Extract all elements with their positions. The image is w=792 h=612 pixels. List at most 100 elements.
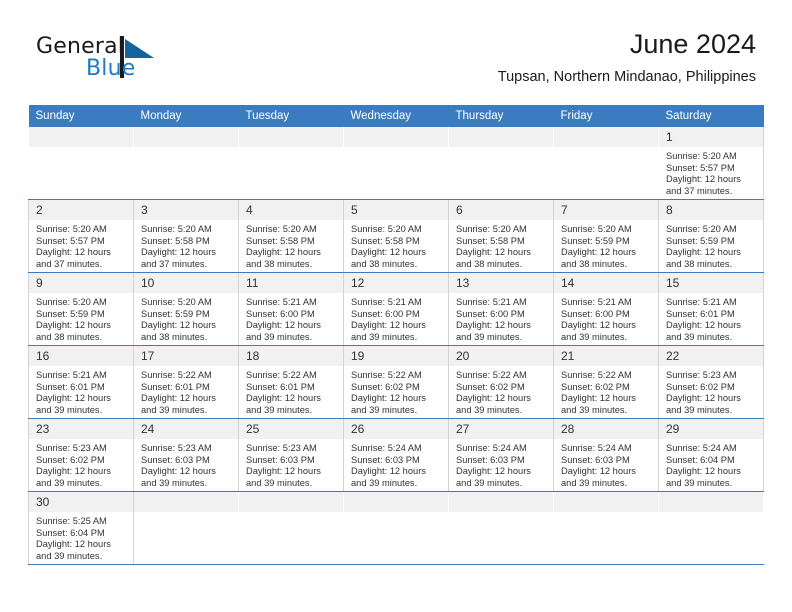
brand-logo[interactable]: General Blue [36,34,216,92]
calendar-day-cell[interactable]: 5 Sunrise: 5:20 AM Sunset: 5:58 PM Daylight… [343,199,449,273]
sunset-text: Sunset: 5:57 PM [36,235,105,246]
calendar-week-row: 9 Sunrise: 5:20 AM Sunset: 5:59 PM Daylight… [28,272,764,346]
sunset-text: Sunset: 6:03 PM [141,454,210,465]
calendar-day-cell[interactable]: 24 Sunrise: 5:23 AM Sunset: 6:03 PM Dayligh… [133,418,239,492]
calendar-day-cell[interactable]: 29 Sunrise: 5:24 AM Sunset: 6:04 PM Dayligh… [658,418,764,492]
daylight-text-line2: and 39 minutes. [561,404,628,415]
daylight-text-line1: Daylight: 12 hours [561,247,636,258]
day-details: Sunrise: 5:24 AM Sunset: 6:03 PM Daylight:… [449,439,553,489]
calendar-day-cell[interactable]: 23 Sunrise: 5:23 AM Sunset: 6:02 PM Dayligh… [28,418,134,492]
day-details: Sunrise: 5:22 AM Sunset: 6:02 PM Daylight:… [449,366,553,416]
day-details: Sunrise: 5:22 AM Sunset: 6:01 PM Daylight:… [134,366,238,416]
calendar-cell-empty [343,127,449,200]
calendar-cell-empty [238,127,344,200]
calendar-day-cell[interactable]: 12 Sunrise: 5:21 AM Sunset: 6:00 PM Dayligh… [343,272,449,346]
calendar-day-cell[interactable]: 8 Sunrise: 5:20 AM Sunset: 5:59 PM Daylight… [658,199,764,273]
calendar-day-cell[interactable]: 1 Sunrise: 5:20 AM Sunset: 5:57 PM Daylight… [658,127,764,200]
day-details: Sunrise: 5:24 AM Sunset: 6:03 PM Daylight:… [344,439,448,489]
sunset-text: Sunset: 6:02 PM [666,381,735,392]
daylight-text-line2: and 39 minutes. [456,477,523,488]
daylight-text-line2: and 38 minutes. [666,258,733,269]
daylight-text-line1: Daylight: 12 hours [351,466,426,477]
calendar-cell-empty [133,491,239,565]
sunrise-text: Sunrise: 5:22 AM [351,370,422,380]
calendar-day-cell[interactable]: 15 Sunrise: 5:21 AM Sunset: 6:01 PM Dayligh… [658,272,764,346]
sunset-text: Sunset: 6:02 PM [36,454,105,465]
brand-name-blue: Blue [86,56,136,81]
weekday-header-saturday: Saturday [658,105,764,127]
daylight-text-line2: and 39 minutes. [561,331,628,342]
sunset-text: Sunset: 6:02 PM [561,381,630,392]
day-details: Sunrise: 5:22 AM Sunset: 6:02 PM Daylight:… [344,366,448,416]
calendar-day-cell[interactable]: 9 Sunrise: 5:20 AM Sunset: 5:59 PM Daylight… [28,272,134,346]
sunset-text: Sunset: 5:58 PM [141,235,210,246]
calendar-day-cell[interactable]: 6 Sunrise: 5:20 AM Sunset: 5:58 PM Daylight… [448,199,554,273]
calendar-day-cell[interactable]: 10 Sunrise: 5:20 AM Sunset: 5:59 PM Dayligh… [133,272,239,346]
calendar-day-cell[interactable]: 25 Sunrise: 5:23 AM Sunset: 6:03 PM Dayligh… [238,418,344,492]
day-number [449,492,553,512]
daylight-text-line2: and 39 minutes. [141,404,208,415]
calendar-header-row: Sunday Monday Tuesday Wednesday Thursday… [28,105,764,127]
day-details: Sunrise: 5:24 AM Sunset: 6:04 PM Daylight:… [659,439,763,489]
day-details: Sunrise: 5:23 AM Sunset: 6:03 PM Daylight:… [239,439,343,489]
daylight-text-line1: Daylight: 12 hours [456,466,531,477]
calendar-day-cell[interactable]: 21 Sunrise: 5:22 AM Sunset: 6:02 PM Dayligh… [553,345,659,419]
calendar-page: General Blue June 2024 Tupsan, Northern … [0,0,792,612]
sunset-text: Sunset: 6:03 PM [246,454,315,465]
day-number [449,127,553,147]
daylight-text-line2: and 39 minutes. [36,477,103,488]
calendar-day-cell[interactable]: 17 Sunrise: 5:22 AM Sunset: 6:01 PM Dayligh… [133,345,239,419]
daylight-text-line2: and 39 minutes. [456,331,523,342]
calendar-cell-empty [28,127,134,200]
daylight-text-line2: and 38 minutes. [351,258,418,269]
sunrise-text: Sunrise: 5:20 AM [351,224,422,234]
calendar-day-cell[interactable]: 27 Sunrise: 5:24 AM Sunset: 6:03 PM Dayligh… [448,418,554,492]
calendar-day-cell[interactable]: 18 Sunrise: 5:22 AM Sunset: 6:01 PM Dayligh… [238,345,344,419]
calendar-body: 1 Sunrise: 5:20 AM Sunset: 5:57 PM Daylight… [28,127,764,565]
sunset-text: Sunset: 6:01 PM [141,381,210,392]
calendar-day-cell[interactable]: 30 Sunrise: 5:25 AM Sunset: 6:04 PM Dayligh… [28,491,134,565]
sunrise-text: Sunrise: 5:22 AM [561,370,632,380]
daylight-text-line2: and 39 minutes. [36,404,103,415]
sunrise-text: Sunrise: 5:21 AM [351,297,422,307]
day-number: 4 [239,200,343,220]
sunrise-text: Sunrise: 5:20 AM [141,224,212,234]
daylight-text-line2: and 39 minutes. [36,550,103,561]
sunrise-text: Sunrise: 5:21 AM [456,297,527,307]
day-number [554,127,658,147]
calendar-day-cell[interactable]: 14 Sunrise: 5:21 AM Sunset: 6:00 PM Dayligh… [553,272,659,346]
day-details: Sunrise: 5:20 AM Sunset: 5:59 PM Daylight:… [659,220,763,270]
day-details: Sunrise: 5:23 AM Sunset: 6:02 PM Daylight:… [29,439,133,489]
daylight-text-line2: and 39 minutes. [351,331,418,342]
day-number [134,127,238,147]
calendar-day-cell[interactable]: 13 Sunrise: 5:21 AM Sunset: 6:00 PM Dayligh… [448,272,554,346]
page-header: General Blue June 2024 Tupsan, Northern … [36,28,756,100]
day-number: 26 [344,419,448,439]
day-details: Sunrise: 5:25 AM Sunset: 6:04 PM Daylight:… [29,512,133,562]
sunset-text: Sunset: 5:58 PM [351,235,420,246]
day-number [239,492,343,512]
calendar-day-cell[interactable]: 11 Sunrise: 5:21 AM Sunset: 6:00 PM Dayligh… [238,272,344,346]
calendar-day-cell[interactable]: 28 Sunrise: 5:24 AM Sunset: 6:03 PM Dayligh… [553,418,659,492]
daylight-text-line1: Daylight: 12 hours [36,393,111,404]
calendar-day-cell[interactable]: 2 Sunrise: 5:20 AM Sunset: 5:57 PM Daylight… [28,199,134,273]
sunset-text: Sunset: 6:01 PM [246,381,315,392]
sunset-text: Sunset: 6:03 PM [561,454,630,465]
sunset-text: Sunset: 6:03 PM [456,454,525,465]
calendar-day-cell[interactable]: 7 Sunrise: 5:20 AM Sunset: 5:59 PM Daylight… [553,199,659,273]
calendar-day-cell[interactable]: 26 Sunrise: 5:24 AM Sunset: 6:03 PM Dayligh… [343,418,449,492]
calendar-day-cell[interactable]: 16 Sunrise: 5:21 AM Sunset: 6:01 PM Dayligh… [28,345,134,419]
calendar-day-cell[interactable]: 22 Sunrise: 5:23 AM Sunset: 6:02 PM Dayligh… [658,345,764,419]
weekday-header-wednesday: Wednesday [343,105,449,127]
sunset-text: Sunset: 6:03 PM [351,454,420,465]
calendar-day-cell[interactable]: 19 Sunrise: 5:22 AM Sunset: 6:02 PM Dayligh… [343,345,449,419]
day-number: 11 [239,273,343,293]
daylight-text-line1: Daylight: 12 hours [246,393,321,404]
day-details: Sunrise: 5:21 AM Sunset: 6:00 PM Daylight:… [239,293,343,343]
calendar-day-cell[interactable]: 4 Sunrise: 5:20 AM Sunset: 5:58 PM Daylight… [238,199,344,273]
calendar-cell-empty [238,491,344,565]
page-title: June 2024 [629,29,756,59]
calendar-day-cell[interactable]: 20 Sunrise: 5:22 AM Sunset: 6:02 PM Dayligh… [448,345,554,419]
daylight-text-line2: and 39 minutes. [456,404,523,415]
calendar-day-cell[interactable]: 3 Sunrise: 5:20 AM Sunset: 5:58 PM Daylight… [133,199,239,273]
